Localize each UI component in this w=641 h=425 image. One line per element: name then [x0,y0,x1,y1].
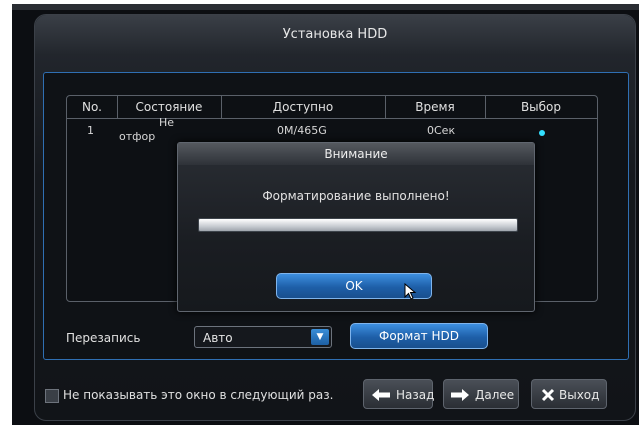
col-available: Доступно [221,96,386,118]
overwrite-value: Авто [203,331,233,345]
hdd-setup-window: Установка HDD No. Состояние Доступно Вре… [34,14,636,421]
format-progress-bar [198,218,518,232]
row-available: 0M/465G [277,124,327,137]
arrow-right-icon [451,389,469,401]
dont-show-checkbox[interactable] [45,389,59,403]
col-no: No. [67,96,118,118]
window-title: Установка HDD [35,15,635,55]
dialog-message: Форматирование выполнено! [262,189,450,203]
row-time: 0Сек [427,124,456,137]
row-status-line1: Не [159,116,175,129]
chevron-down-icon[interactable]: ▼ [311,329,329,345]
close-icon [541,388,555,402]
next-button[interactable]: Далее [443,379,519,409]
table-header: No. Состояние Доступно Время Выбор [67,96,597,119]
row-select-dot[interactable] [539,130,545,136]
overwrite-label: Перезапись [66,331,141,345]
col-status: Состояние [117,96,222,118]
col-select: Выбор [520,100,562,114]
row-no: 1 [87,124,94,137]
top-strip [12,4,639,10]
dvr-screen: Установка HDD No. Состояние Доступно Вре… [12,4,639,425]
back-label: Назад [396,388,435,402]
attention-dialog: Внимание Форматирование выполнено! OK [177,142,535,312]
exit-button[interactable]: Выход [531,379,607,409]
col-time: Время [385,96,486,118]
mouse-cursor-icon [404,283,417,300]
arrow-left-icon [372,389,390,401]
next-label: Далее [475,388,515,402]
dialog-title: Внимание [178,143,534,165]
format-hdd-button[interactable]: Формат HDD [350,323,488,349]
overwrite-select[interactable]: Авто ▼ [194,326,332,348]
progress-fill [199,219,517,231]
back-button[interactable]: Назад [363,379,435,409]
dont-show-label: Не показывать это окно в следующий раз. [63,388,334,402]
exit-label: Выход [559,388,600,402]
row-status-line2: отфор [119,130,156,143]
